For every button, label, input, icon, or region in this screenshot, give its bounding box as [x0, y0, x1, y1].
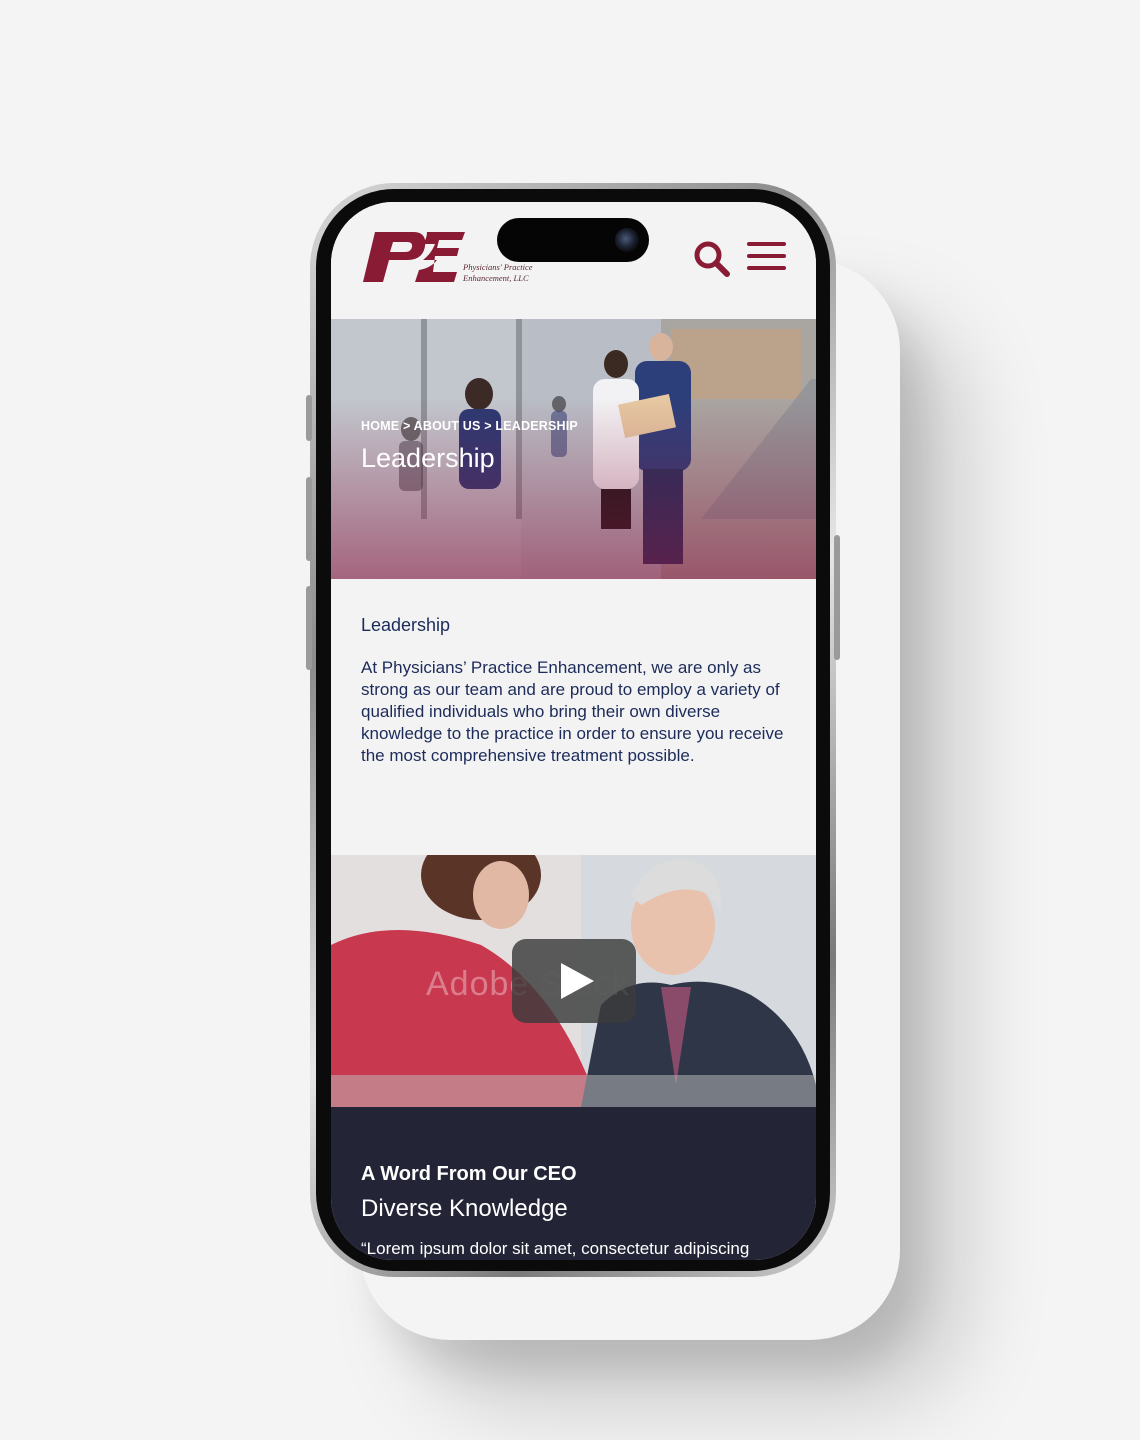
intro-heading: Leadership	[361, 615, 451, 635]
video-player[interactable]: Adobe Stock	[331, 855, 816, 1107]
search-icon	[694, 241, 730, 277]
ceo-subheading: Diverse Knowledge	[361, 1195, 568, 1222]
ceo-quote: “Lorem ipsum dolor sit amet, consectetur…	[361, 1239, 750, 1258]
intro-body: At Physicians’ Practice Enhancement, we …	[361, 658, 784, 765]
hero-banner: HOME > ABOUT US > LEADERSHIP Leadership	[331, 319, 816, 579]
breadcrumb[interactable]: HOME > ABOUT US > LEADERSHIP	[361, 419, 578, 433]
volume-up-button	[306, 477, 312, 561]
menu-line	[747, 266, 786, 270]
menu-line	[747, 254, 786, 258]
camera-icon	[615, 228, 639, 252]
ceo-heading: A Word From Our CEO	[361, 1163, 577, 1185]
logo-text-line1: Physicians' Practice	[463, 262, 533, 272]
ppe-logo[interactable]	[361, 230, 467, 284]
logo-text-line2: Enhancement, LLC	[463, 273, 529, 283]
volume-down-button	[306, 586, 312, 670]
dynamic-island	[497, 218, 649, 262]
hamburger-menu-icon[interactable]	[747, 242, 787, 272]
intro-section: Leadership At Physicians’ Practice Enhan…	[331, 579, 816, 855]
ceo-section: A Word From Our CEO Diverse Knowledge “L…	[331, 1107, 816, 1260]
play-icon	[561, 963, 594, 999]
action-button	[306, 395, 312, 441]
phone-screen: Physicians' Practice Enhancement, LLC HO…	[331, 202, 816, 1260]
search-button[interactable]	[693, 240, 733, 280]
play-button[interactable]	[512, 939, 636, 1023]
logo-text: Physicians' Practice Enhancement, LLC	[463, 262, 533, 284]
page-title: Leadership	[361, 443, 495, 473]
power-button	[834, 535, 840, 660]
menu-line	[747, 242, 786, 246]
